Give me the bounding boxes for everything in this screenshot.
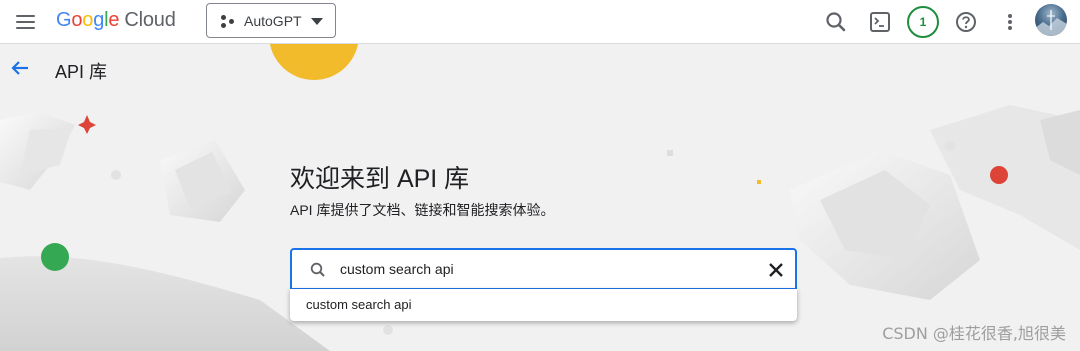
help-icon[interactable] — [951, 7, 981, 37]
logo-cloud-text: Cloud — [124, 9, 176, 31]
search-input[interactable] — [340, 256, 750, 282]
terminal-icon[interactable] — [865, 7, 895, 37]
dropdown-caret-icon — [311, 18, 323, 25]
search-suggestions: custom search api — [290, 289, 797, 321]
menu-icon[interactable] — [14, 11, 38, 33]
top-app-bar: Google Cloud AutoGPT 1 — [0, 0, 1080, 44]
hero-subtitle: API 库提供了文档、链接和智能搜索体验。 — [290, 202, 555, 218]
logo-google-text: Google — [56, 9, 120, 31]
red-star-decoration — [78, 115, 96, 134]
notification-badge[interactable]: 1 — [907, 6, 939, 38]
page-title: API 库 — [55, 62, 108, 82]
avatar[interactable] — [1035, 4, 1067, 36]
page-header: API 库 — [0, 45, 1080, 93]
red-circle-decoration — [990, 166, 1008, 184]
watermark: CSDN @桂花很香,旭很美 — [882, 324, 1066, 343]
more-vert-icon[interactable] — [995, 7, 1025, 37]
api-search-box[interactable] — [290, 248, 797, 290]
google-cloud-logo[interactable]: Google Cloud — [56, 9, 176, 32]
search-icon — [309, 261, 327, 279]
search-icon[interactable] — [821, 7, 851, 37]
hero-title: 欢迎来到 API 库 — [290, 165, 470, 193]
project-name: AutoGPT — [244, 13, 302, 29]
green-circle-decoration — [41, 243, 69, 271]
arrow-back-icon[interactable] — [8, 56, 32, 80]
suggestion-item[interactable]: custom search api — [306, 297, 412, 312]
project-icon — [221, 15, 235, 29]
project-selector[interactable]: AutoGPT — [206, 3, 336, 38]
close-icon[interactable] — [767, 261, 785, 279]
